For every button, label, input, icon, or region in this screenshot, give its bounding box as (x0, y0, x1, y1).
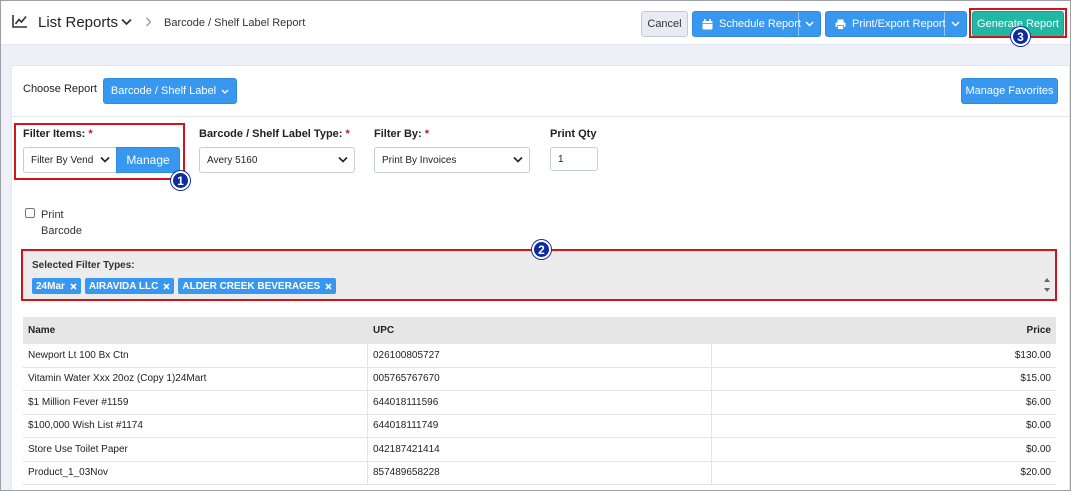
cell-upc: 005765767670 (368, 367, 712, 390)
print-dropdown-toggle[interactable] (944, 12, 966, 36)
chevron-down-icon (805, 21, 814, 27)
table-row[interactable]: $100,000 Wish List #1174 644018111749 $0… (23, 414, 1056, 438)
cell-name: Store Use Toilet Paper (23, 438, 368, 461)
filter-chip-label: ALDER CREEK BEVERAGES (182, 280, 321, 292)
column-header-upc[interactable]: UPC (368, 317, 712, 344)
label-type-value: Avery 5160 (207, 154, 258, 166)
breadcrumb: Barcode / Shelf Label Report (164, 17, 306, 29)
close-icon[interactable] (70, 282, 77, 290)
annotation-badge-3: 3 (1011, 27, 1030, 46)
cell-upc: 857489658228 (368, 461, 712, 484)
scroll-spinner-icon[interactable] (1043, 276, 1051, 294)
cell-price: $0.00 (1025, 443, 1051, 455)
filter-chip[interactable]: 24Mar (32, 278, 81, 294)
chevron-down-icon (951, 21, 960, 27)
print-export-label: Print/Export Report (852, 18, 946, 30)
cell-price: $20.00 (1020, 467, 1051, 479)
schedule-report-label: Schedule Report (719, 18, 801, 30)
cell-price: $130.00 (1014, 349, 1051, 361)
cell-upc: 644018111596 (368, 391, 712, 414)
cancel-button-label: Cancel (647, 18, 682, 30)
cell-name: $100,000 Wish List #1174 (23, 414, 368, 437)
report-panel: Choose Report Barcode / Shelf Label Mana… (11, 65, 1070, 490)
schedule-report-button[interactable]: Schedule Report (692, 11, 821, 37)
filter-chips: 24Mar AIRAVIDA LLC ALDER CREEK BEVERAGES (32, 278, 337, 294)
print-qty-value: 1 (558, 153, 564, 165)
manage-favorites-label: Manage Favorites (965, 85, 1054, 97)
divider (12, 116, 1070, 117)
table-row[interactable]: Vitamin Water Xxx 20oz (Copy 1)24Mart 00… (23, 367, 1056, 391)
chevron-down-icon (221, 89, 229, 94)
annotation-badge-1: 1 (171, 171, 190, 190)
cell-upc: 026100805727 (368, 344, 712, 367)
app-title: List Reports (38, 14, 119, 31)
table-row[interactable]: Product_1_03Nov 857489658228 $20.00 (23, 461, 1056, 485)
cell-name: Product_1_03Nov (23, 461, 368, 484)
choose-report-label: Choose Report (23, 83, 97, 95)
cell-upc: 644018111749 (368, 414, 712, 437)
filter-items-label: Filter Items: * (23, 128, 93, 140)
calendar-icon (702, 18, 713, 29)
required-mark: * (424, 128, 430, 140)
filter-chip[interactable]: ALDER CREEK BEVERAGES (178, 278, 337, 294)
manage-button-label: Manage (126, 153, 170, 167)
filter-items-value: Filter By Vend (31, 154, 94, 166)
cell-name: $1 Million Fever #1159 (23, 391, 368, 414)
label-type-label: Barcode / Shelf Label Type: * (199, 128, 350, 140)
manage-favorites-button[interactable]: Manage Favorites (961, 78, 1058, 104)
filter-items-select[interactable]: Filter By Vend (23, 147, 117, 173)
close-icon[interactable] (325, 282, 332, 290)
print-export-button[interactable]: Print/Export Report (825, 11, 967, 37)
filter-by-label-text: Filter By: (374, 128, 422, 140)
column-header-name[interactable]: Name (23, 317, 368, 344)
top-header: List Reports Barcode / Shelf Label Repor… (1, 1, 1070, 45)
cell-price: $15.00 (1020, 373, 1051, 385)
chevron-down-icon[interactable] (121, 18, 132, 26)
cell-name: Newport Lt 100 Bx Ctn (23, 344, 368, 367)
filter-chip[interactable]: AIRAVIDA LLC (84, 278, 175, 294)
chevron-right-icon (146, 17, 152, 27)
table-row[interactable]: $1 Million Fever #1159 644018111596 $6.0… (23, 391, 1056, 415)
report-table: Name UPC Price Newport Lt 100 Bx Ctn 026… (23, 317, 1056, 485)
filter-by-label: Filter By: * (374, 128, 429, 140)
print-qty-label: Print Qty (550, 128, 597, 140)
manage-button[interactable]: Manage (116, 147, 180, 173)
filter-items-label-text: Filter Items: (23, 128, 86, 140)
label-type-label-text: Barcode / Shelf Label Type: (199, 128, 343, 140)
selected-filters-title: Selected Filter Types: (32, 260, 135, 271)
print-barcode-label-line2: Barcode (41, 225, 82, 237)
filter-chip-label: 24Mar (36, 280, 65, 292)
chevron-down-icon (338, 156, 348, 163)
print-barcode-label: Print Barcode (41, 207, 82, 239)
filter-by-value: Print By Invoices (382, 154, 457, 166)
report-window: List Reports Barcode / Shelf Label Repor… (0, 0, 1071, 491)
table-row[interactable]: Store Use Toilet Paper 042187421414 $0.0… (23, 438, 1056, 462)
schedule-dropdown-toggle[interactable] (798, 12, 820, 36)
close-icon[interactable] (163, 282, 170, 290)
choose-report-value: Barcode / Shelf Label (110, 85, 217, 97)
cell-price: $6.00 (1025, 396, 1051, 408)
label-type-select[interactable]: Avery 5160 (199, 147, 355, 173)
choose-report-dropdown[interactable]: Barcode / Shelf Label (103, 78, 237, 104)
table-row[interactable]: Newport Lt 100 Bx Ctn 026100805727 $130.… (23, 344, 1056, 368)
cell-upc: 042187421414 (368, 438, 712, 461)
print-barcode-checkbox[interactable] (25, 208, 35, 218)
line-chart-icon (12, 15, 27, 28)
chevron-down-icon (100, 156, 110, 163)
chevron-down-icon (513, 156, 523, 163)
cancel-button[interactable]: Cancel (641, 11, 688, 37)
required-mark: * (88, 128, 93, 140)
cell-name: Vitamin Water Xxx 20oz (Copy 1)24Mart (23, 367, 368, 390)
filter-by-select[interactable]: Print By Invoices (374, 147, 530, 173)
annotation-badge-2: 2 (532, 240, 551, 259)
filter-chip-label: AIRAVIDA LLC (88, 280, 159, 292)
printer-icon (835, 19, 846, 30)
table-header: Name UPC Price (23, 317, 1056, 344)
print-barcode-label-line1: Print (41, 209, 64, 221)
required-mark: * (345, 128, 350, 140)
print-qty-input[interactable]: 1 (550, 147, 598, 171)
column-header-price[interactable]: Price (712, 317, 1056, 344)
cell-price: $0.00 (1025, 420, 1051, 432)
